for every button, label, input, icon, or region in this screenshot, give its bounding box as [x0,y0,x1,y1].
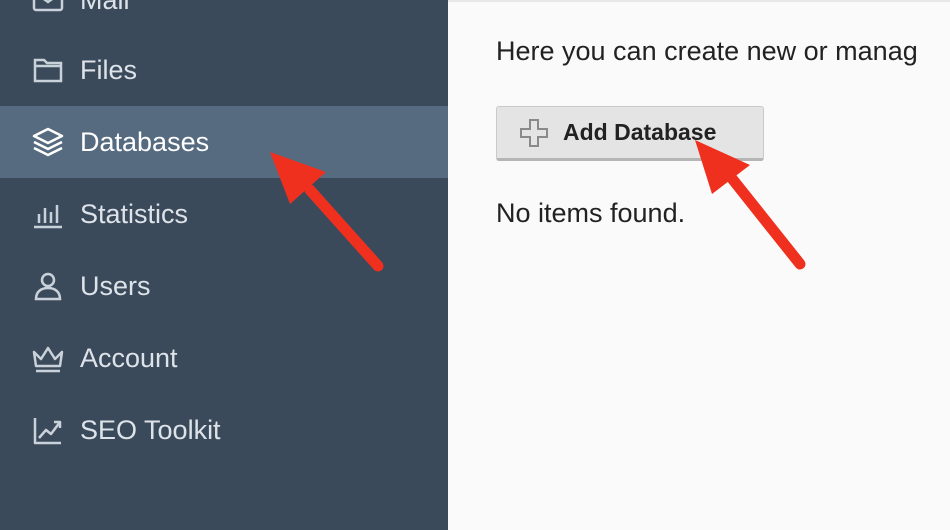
trend-chart-icon [30,412,66,448]
sidebar-item-statistics[interactable]: Statistics [0,178,448,250]
sidebar-item-label: Files [80,54,138,85]
add-database-label: Add Database [563,119,717,145]
sidebar-item-seo-toolkit[interactable]: SEO Toolkit [0,394,448,466]
sidebar-item-label: SEO Toolkit [80,414,221,445]
sidebar-item-users[interactable]: Users [0,250,448,322]
folder-icon [30,52,66,88]
sidebar-item-files[interactable]: Files [0,34,448,106]
divider [448,0,950,2]
intro-text: Here you can create new or manag [496,36,918,66]
sidebar-item-label: Mail [80,0,130,16]
sidebar-item-account[interactable]: Account [0,322,448,394]
empty-state-text: No items found. [496,198,686,228]
main-content [448,0,950,530]
sidebar-item-label: Statistics [80,198,189,229]
add-database-button[interactable]: Add Database [496,106,764,161]
crown-icon [30,340,66,376]
layers-icon [30,124,66,160]
sidebar: Mail Files Databases Statistics Users Ac… [0,0,448,530]
sidebar-item-label: Databases [80,126,210,157]
sidebar-item-databases[interactable]: Databases [0,106,448,178]
plus-icon [517,116,551,150]
sidebar-item-label: Users [80,270,151,301]
bar-chart-icon [30,196,66,232]
user-icon [30,268,66,304]
mail-icon [30,0,66,18]
sidebar-item-label: Account [80,342,178,373]
sidebar-item-mail[interactable]: Mail [0,0,448,36]
